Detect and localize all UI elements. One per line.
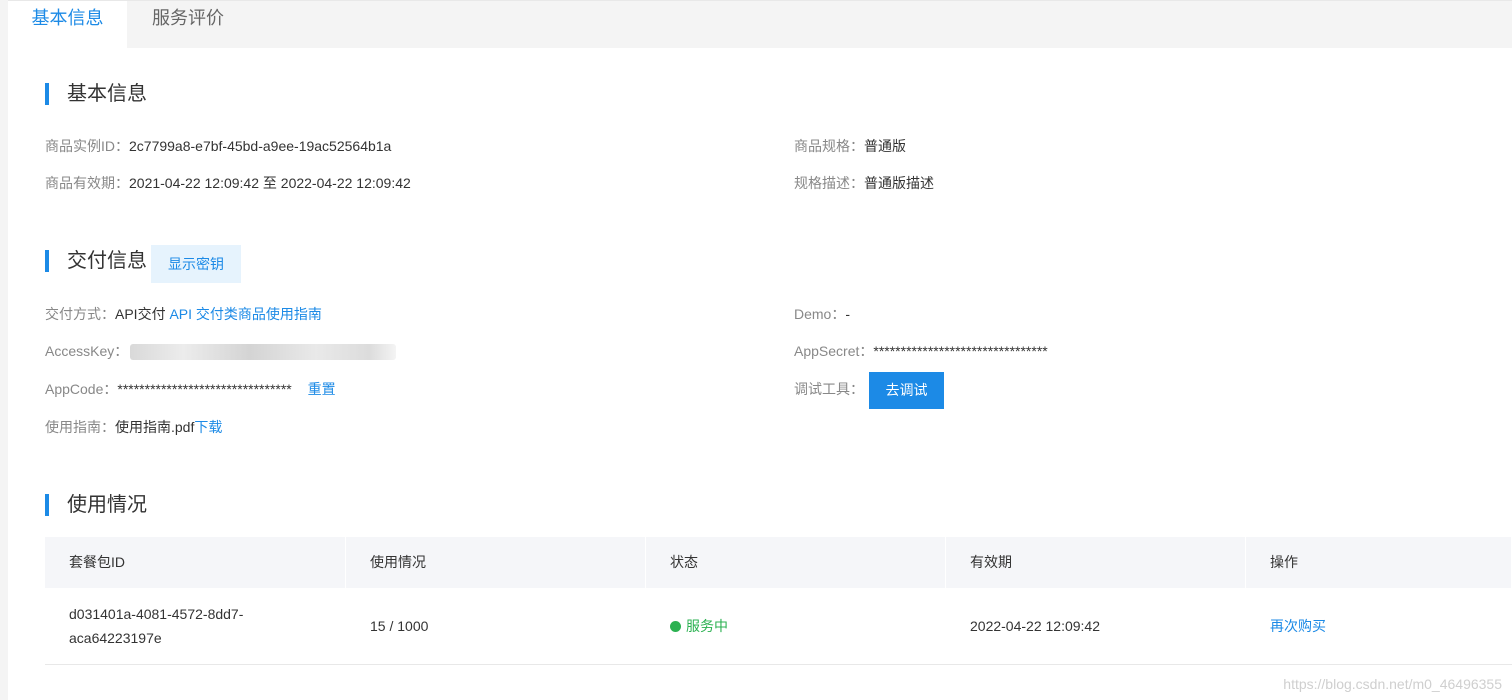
buy-again-link[interactable]: 再次购买 — [1270, 616, 1326, 636]
column-header-action: 操作 — [1246, 537, 1512, 588]
delivery-method-value: API交付 — [115, 306, 166, 322]
delivery-method-label: 交付方式： — [45, 306, 115, 322]
debug-tool-label: 调试工具： — [794, 381, 864, 397]
instance-id-value: 2c7799a8-e7bf-45bd-a9ee-19ac52564b1a — [129, 138, 392, 154]
spec-label: 商品规格： — [794, 138, 864, 154]
watermark: https://blog.csdn.net/m0_46496355 — [1283, 676, 1502, 692]
debug-tool-field: 调试工具： — [794, 379, 864, 399]
cell-package-id: d031401a-4081-4572-8dd7- aca64223197e — [45, 588, 346, 664]
demo-label: Demo： — [794, 306, 846, 322]
spec-value: 普通版 — [864, 138, 906, 154]
package-id-line2: aca64223197e — [69, 630, 162, 646]
table-header: 套餐包ID 使用情况 状态 有效期 操作 — [45, 537, 1512, 588]
usage-table: 套餐包ID 使用情况 状态 有效期 操作 d031401a-4081-4572-… — [45, 537, 1512, 665]
spec-desc-label: 规格描述： — [794, 175, 864, 191]
accesskey-field: AccessKey： — [45, 341, 397, 361]
spec-desc-value: 普通版描述 — [864, 175, 934, 191]
guide-file-name: 使用指南.pdf — [115, 419, 195, 435]
status-dot-icon — [670, 620, 681, 632]
spec-field: 商品规格：普通版 — [794, 136, 906, 156]
tab-service-review[interactable]: 服务评价 — [152, 1, 224, 49]
tab-bar: 基本信息 服务评价 — [0, 0, 1512, 49]
delivery-method-field: 交付方式：API交付 API 交付类商品使用指南 — [45, 304, 322, 324]
appcode-field: AppCode：********************************… — [45, 379, 336, 399]
guide-download-link[interactable]: 下载 — [194, 419, 222, 435]
demo-field: Demo：- — [794, 304, 850, 324]
package-id-line1: d031401a-4081-4572-8dd7- — [69, 606, 244, 622]
validity-value: 2021-04-22 12:09:42 至 2022-04-22 12:09:4… — [129, 175, 411, 191]
column-header-package-id: 套餐包ID — [45, 537, 346, 588]
cell-expiry: 2022-04-22 12:09:42 — [970, 618, 1100, 634]
section-title-basic: 基本信息 — [45, 82, 147, 106]
tab-basic-info[interactable]: 基本信息 — [8, 1, 127, 49]
reset-link[interactable]: 重置 — [308, 381, 336, 397]
guide-field: 使用指南：使用指南.pdf下载 — [45, 417, 222, 437]
status-text: 服务中 — [686, 618, 728, 634]
left-gutter — [0, 0, 8, 700]
cell-status: 服务中 — [646, 588, 946, 664]
appsecret-field: AppSecret：******************************… — [794, 341, 1048, 361]
accesskey-masked-value — [130, 344, 397, 361]
cell-action: 再次购买 — [1246, 588, 1512, 664]
appsecret-value: ******************************** — [873, 343, 1048, 359]
section-title-delivery: 交付信息 — [45, 249, 147, 273]
column-header-expiry: 有效期 — [946, 537, 1246, 588]
spec-desc-field: 规格描述：普通版描述 — [794, 173, 934, 193]
section-title-usage: 使用情况 — [45, 493, 147, 517]
accesskey-label: AccessKey： — [45, 343, 129, 359]
go-debug-button[interactable]: 去调试 — [869, 372, 944, 409]
instance-id-field: 商品实例ID：2c7799a8-e7bf-45bd-a9ee-19ac52564… — [45, 136, 391, 156]
cell-usage: 15 / 1000 — [370, 618, 429, 634]
appcode-value: ******************************** — [117, 381, 292, 397]
show-secret-button[interactable]: 显示密钥 — [151, 245, 241, 283]
validity-field: 商品有效期：2021-04-22 12:09:42 至 2022-04-22 1… — [45, 173, 411, 193]
column-header-status: 状态 — [646, 537, 946, 588]
appsecret-label: AppSecret： — [794, 343, 874, 359]
demo-value: - — [845, 306, 851, 322]
table-row: d031401a-4081-4572-8dd7- aca64223197e 15… — [45, 588, 1512, 665]
column-header-usage: 使用情况 — [346, 537, 646, 588]
appcode-label: AppCode： — [45, 381, 118, 397]
api-guide-link[interactable]: API 交付类商品使用指南 — [169, 306, 321, 322]
validity-label: 商品有效期： — [45, 175, 129, 191]
guide-label: 使用指南： — [45, 419, 115, 435]
instance-id-label: 商品实例ID： — [45, 138, 129, 154]
